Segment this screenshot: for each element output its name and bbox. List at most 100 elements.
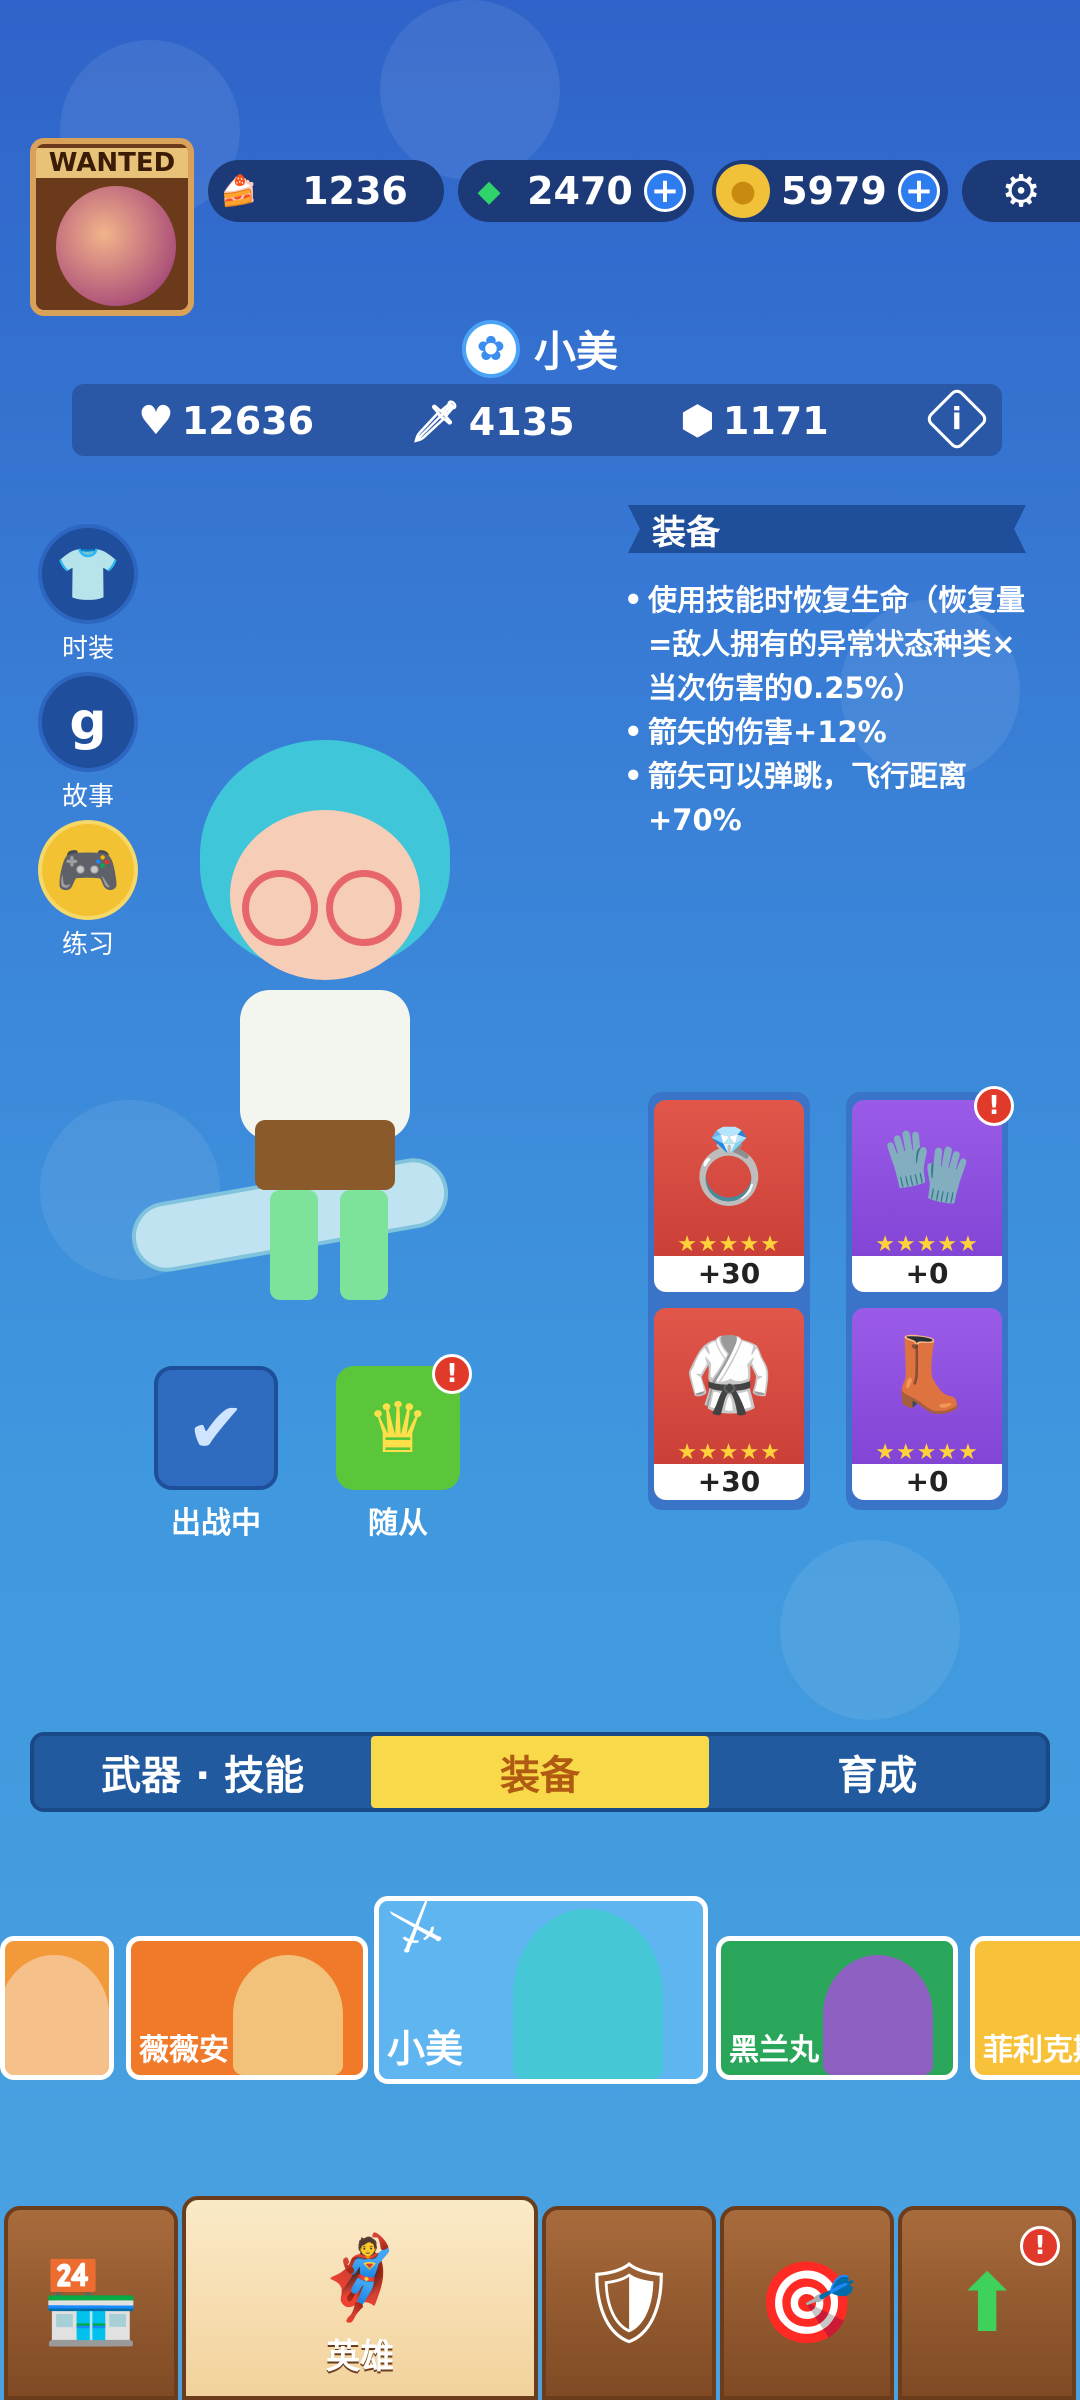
- alert-icon: !: [974, 1086, 1014, 1126]
- hero-card-vivian[interactable]: 薇薇安: [126, 1936, 368, 2080]
- follower-button[interactable]: ♛ 随从 !: [336, 1354, 472, 1542]
- hero-card-felix[interactable]: 菲利克斯: [970, 1936, 1080, 2080]
- add-gem-button[interactable]: +: [644, 170, 686, 212]
- hero-card-name: 菲利克斯: [983, 2033, 1080, 2068]
- nav-upgrade[interactable]: ⬆ !: [898, 2206, 1076, 2400]
- gear-level: +0: [852, 1256, 1002, 1292]
- gem-counter[interactable]: ◆ 2470 +: [458, 160, 694, 222]
- hero-card-name: 薇薇安: [139, 2033, 229, 2068]
- battle-shield-icon: 🛡: [578, 2256, 680, 2349]
- glasses-left: [242, 870, 318, 946]
- deployed-button[interactable]: ✔ 出战中: [154, 1366, 278, 1542]
- cake-counter[interactable]: 🍰 1236: [208, 160, 444, 222]
- hero-portrait: [233, 1955, 343, 2075]
- shield-icon: ⬢: [680, 398, 715, 444]
- hero-card-name: 黑兰丸: [729, 2033, 819, 2068]
- coin-value: 5979: [781, 169, 887, 213]
- tab-equipment[interactable]: 装备: [371, 1736, 709, 1808]
- background-flower: [380, 0, 560, 180]
- gear-slot-ring[interactable]: 💍 ★★★★★ +30: [654, 1100, 804, 1292]
- hero-tabs: 武器 · 技能 装备 育成: [30, 1732, 1050, 1812]
- star-rating: ★★★★★: [677, 1232, 781, 1257]
- bottom-nav: 🏪 🦸 英雄 🛡 🎯 ⬆ !: [0, 2196, 1080, 2400]
- hero-body: [240, 990, 410, 1140]
- gear-level: +0: [852, 1464, 1002, 1500]
- tab-training[interactable]: 育成: [709, 1736, 1046, 1808]
- gear-slot-boots[interactable]: 👢 ★★★★★ +0: [852, 1308, 1002, 1500]
- hero-portrait: [513, 1909, 663, 2079]
- cake-icon: 🍰: [220, 173, 258, 209]
- effect-item: 箭矢可以弹跳，飞行距离+70%: [624, 754, 1044, 842]
- cake-value: 1236: [302, 169, 408, 213]
- player-avatar[interactable]: WANTED: [30, 138, 194, 316]
- tab-weapon-skill[interactable]: 武器 · 技能: [34, 1736, 371, 1808]
- attack-stat: 🗡 4135: [410, 398, 575, 445]
- hero-card-kurorammaru[interactable]: 黑兰丸: [716, 1936, 958, 2080]
- target-icon: 🎯: [757, 2256, 857, 2349]
- equipment-effects-list: 使用技能时恢复生命（恢复量=敌人拥有的异常状态种类×当次伤害的0.25%） 箭矢…: [624, 578, 1044, 842]
- gear-slot-gloves[interactable]: 🧤 ★★★★★ +0: [852, 1100, 1002, 1292]
- story-label: 故事: [61, 782, 114, 812]
- hero-portrait: [823, 1955, 933, 2075]
- hp-value: 12636: [181, 399, 315, 443]
- effect-item: 箭矢的伤害+12%: [624, 710, 1044, 754]
- nav-heroes-label: 英雄: [326, 2337, 394, 2377]
- coin-icon: ●: [716, 164, 770, 218]
- effect-item: 使用技能时恢复生命（恢复量=敌人拥有的异常状态种类×当次伤害的0.25%）: [624, 578, 1044, 710]
- hero-stats-bar: ♥ 12636 🗡 4135 ⬢ 1171 i: [72, 384, 1002, 456]
- winged-ring-icon: 💍: [684, 1123, 774, 1208]
- hero-shorts: [255, 1120, 395, 1190]
- deployed-label: 出战中: [171, 1506, 261, 1541]
- coin-counter[interactable]: ● 5979 +: [712, 160, 948, 222]
- glasses-right: [326, 870, 402, 946]
- practice-button[interactable]: 🎮 练习: [38, 820, 138, 961]
- nav-shop[interactable]: 🏪: [4, 2206, 178, 2400]
- hp-stat: ♥ 12636: [138, 398, 314, 444]
- background-flower: [780, 1540, 960, 1720]
- story-button[interactable]: g 故事: [38, 672, 138, 813]
- gear-slot-armor[interactable]: 🥋 ★★★★★ +30: [654, 1308, 804, 1500]
- gem-icon: ◆: [477, 173, 501, 209]
- upgrade-arrow-icon: ⬆: [953, 2256, 1021, 2350]
- hero-icon: 🦸: [310, 2231, 410, 2324]
- story-icon: g: [38, 672, 138, 772]
- settings-button[interactable]: ⚙: [962, 160, 1080, 222]
- hero-card[interactable]: [0, 1936, 114, 2080]
- outfit-label: 时装: [61, 634, 114, 664]
- wanted-banner: WANTED: [36, 148, 188, 178]
- star-rating: ★★★★★: [875, 1232, 979, 1257]
- hero-card-name: 小美: [387, 2027, 464, 2071]
- sword-icon: 🗡: [410, 399, 461, 445]
- hero-model: [126, 700, 530, 1320]
- gear-level: +30: [654, 1464, 804, 1500]
- info-icon: i: [951, 401, 963, 437]
- practice-label: 练习: [61, 930, 114, 960]
- gear-column-left: 💍 ★★★★★ +30 🥋 ★★★★★ +30: [648, 1092, 810, 1510]
- nav-heroes[interactable]: 🦸 英雄: [182, 2196, 538, 2400]
- gear-column-right: 🧤 ★★★★★ +0 👢 ★★★★★ +0 !: [846, 1086, 1014, 1510]
- heart-icon: ♥: [138, 398, 174, 444]
- avatar-portrait: [56, 186, 176, 306]
- equipment-section-title: 装备: [628, 505, 1026, 553]
- checkmark-icon: ✔: [154, 1366, 278, 1490]
- armor-icon: 🥋: [684, 1331, 774, 1416]
- gem-value: 2470: [527, 169, 633, 213]
- alert-icon: !: [432, 1354, 472, 1394]
- outfit-button[interactable]: 👕 时装: [38, 524, 138, 665]
- shirt-icon: 👕: [38, 524, 138, 624]
- attack-value: 4135: [468, 399, 575, 444]
- alert-icon: !: [1020, 2226, 1060, 2266]
- boots-icon: 👢: [882, 1331, 972, 1416]
- gamepad-icon: 🎮: [38, 820, 138, 920]
- hero-leg: [340, 1190, 388, 1300]
- hero-name-header: ✿ 小美: [0, 318, 1080, 379]
- star-rating: ★★★★★: [677, 1440, 781, 1465]
- flower-class-icon: ✿: [461, 319, 520, 378]
- add-coin-button[interactable]: +: [898, 170, 940, 212]
- defense-value: 1171: [722, 399, 829, 443]
- nav-events[interactable]: 🎯: [720, 2206, 894, 2400]
- info-button[interactable]: i: [924, 386, 990, 452]
- nav-battle[interactable]: 🛡: [542, 2206, 716, 2400]
- shop-icon: 🏪: [41, 2256, 141, 2349]
- follower-label: 随从: [368, 1506, 428, 1541]
